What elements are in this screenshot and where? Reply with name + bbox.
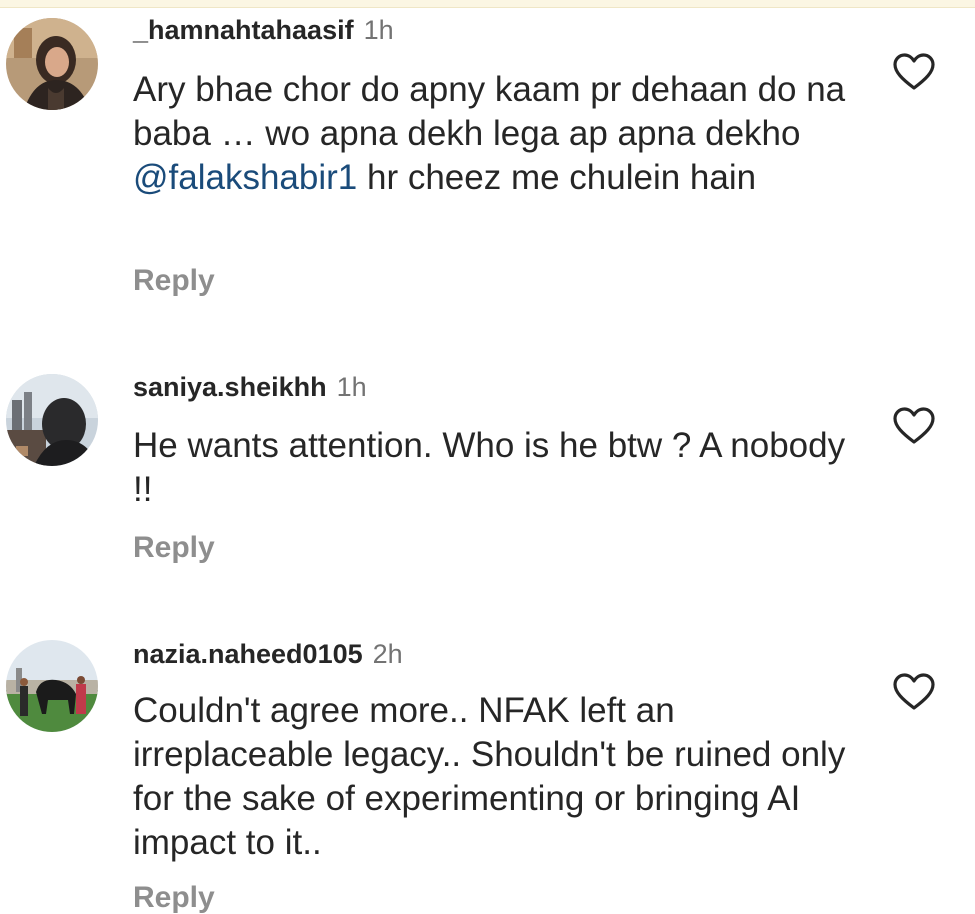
comment-text-part: Ary bhae chor do apny kaam pr dehaan do … xyxy=(133,70,846,153)
heart-outline-icon xyxy=(893,53,935,90)
username[interactable]: nazia.naheed0105 xyxy=(133,639,363,669)
heart-outline-icon xyxy=(893,673,935,710)
heart-outline-icon xyxy=(893,407,935,444)
reply-button[interactable]: Reply xyxy=(133,533,215,563)
avatar[interactable] xyxy=(6,18,98,110)
comment-text: Couldn't agree more.. NFAK left an irrep… xyxy=(133,691,846,862)
timestamp: 1h xyxy=(363,15,394,45)
username[interactable]: _hamnahtahaasif xyxy=(133,15,354,45)
reply-button[interactable]: Reply xyxy=(133,883,215,913)
like-button[interactable] xyxy=(892,672,936,712)
comment-header: nazia.naheed0105 2h xyxy=(133,641,403,668)
comment-text-part: hr cheez me chulein hain xyxy=(357,158,757,197)
comment-text: He wants attention. Who is he btw ? A no… xyxy=(133,426,846,509)
username[interactable]: saniya.sheikhh xyxy=(133,372,327,402)
like-button[interactable] xyxy=(892,52,936,92)
comment-item: nazia.naheed0105 2h Couldn't agree more..… xyxy=(0,600,975,913)
comment-text: Ary bhae chor do apny kaam pr dehaan do … xyxy=(133,68,853,200)
timestamp: 1h xyxy=(336,372,367,402)
mention-link[interactable]: @falakshabir1 xyxy=(133,158,357,197)
comment-item: _hamnahtahaasif 1h Ary bhae chor do apny … xyxy=(0,0,975,330)
like-button[interactable] xyxy=(892,406,936,446)
comment-header: _hamnahtahaasif 1h xyxy=(133,17,394,44)
avatar[interactable] xyxy=(6,374,98,466)
comment-item: saniya.sheikhh 1h He wants attention. Who… xyxy=(0,330,975,600)
avatar[interactable] xyxy=(6,640,98,732)
reply-button[interactable]: Reply xyxy=(133,266,215,296)
comment-header: saniya.sheikhh 1h xyxy=(133,374,367,401)
timestamp: 2h xyxy=(372,639,403,669)
